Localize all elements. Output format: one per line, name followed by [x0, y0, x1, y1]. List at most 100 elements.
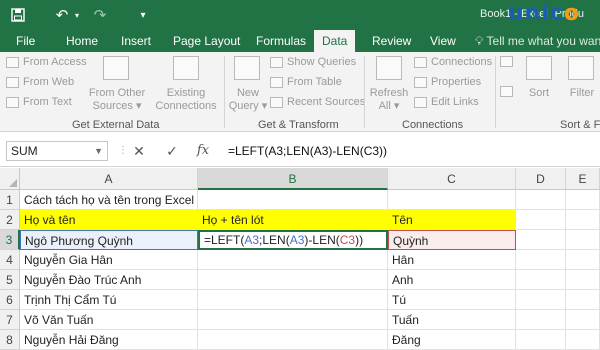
redo-icon[interactable]: ↷ [90, 5, 110, 25]
cell-e3[interactable] [566, 230, 600, 250]
select-all-button[interactable] [0, 168, 20, 190]
cell-c1[interactable] [388, 190, 516, 210]
cell-c3[interactable]: Quỳnh [388, 230, 516, 250]
cell-d2[interactable] [516, 210, 566, 230]
cell-b7[interactable] [198, 310, 388, 330]
cancel-button[interactable]: ✕ [130, 141, 148, 161]
save-icon[interactable] [8, 5, 28, 25]
enter-button[interactable]: ✓ [163, 141, 181, 161]
chevron-down-icon[interactable]: ▼ [94, 142, 103, 160]
formula-input[interactable]: =LEFT(A3;LEN(A3)-LEN(C3)) [224, 141, 594, 161]
from-table-button[interactable]: From Table [270, 76, 342, 88]
cell-e1[interactable] [566, 190, 600, 210]
row-header[interactable]: 6 [0, 290, 20, 310]
cell-b8[interactable] [198, 330, 388, 350]
new-query-button[interactable]: New Query ▾ [226, 87, 270, 113]
cell-b4[interactable] [198, 250, 388, 270]
insert-function-button[interactable]: fx [194, 141, 212, 161]
from-access-button[interactable]: From Access [6, 56, 87, 68]
cell-c4[interactable]: Hân [388, 250, 516, 270]
row-header[interactable]: 4 [0, 250, 20, 270]
cell-d8[interactable] [516, 330, 566, 350]
cell-e2[interactable] [566, 210, 600, 230]
cell-d7[interactable] [516, 310, 566, 330]
existing-connections-button[interactable]: Existing Connections [150, 87, 222, 113]
tell-me-box[interactable]: 💡︎ Tell me what you want [475, 30, 600, 52]
cell-d5[interactable] [516, 270, 566, 290]
show-queries-icon [270, 56, 283, 68]
cell-c2[interactable]: Tên [388, 210, 516, 230]
row-header[interactable]: 8 [0, 330, 20, 350]
cell-b5[interactable] [198, 270, 388, 290]
cell-e5[interactable] [566, 270, 600, 290]
cell-c8[interactable]: Đăng [388, 330, 516, 350]
text-file-icon [6, 96, 19, 108]
cell-a8[interactable]: Nguyễn Hải Đăng [20, 330, 198, 350]
lightbulb-icon: 💡︎ [475, 34, 487, 48]
cell-d3[interactable] [516, 230, 566, 250]
group-label-connections: Connections [402, 119, 464, 131]
column-header-a[interactable]: A [20, 168, 198, 190]
cell-c7[interactable]: Tuấn [388, 310, 516, 330]
sort-za-button[interactable] [500, 86, 517, 97]
tab-insert[interactable]: Insert [121, 30, 151, 52]
cell-b6[interactable] [198, 290, 388, 310]
properties-button[interactable]: Properties [414, 76, 481, 88]
group-label-get-transform: Get & Transform [258, 119, 339, 131]
from-text-button[interactable]: From Text [6, 96, 72, 108]
row-header[interactable]: 3 [0, 230, 20, 250]
row-header[interactable]: 1 [0, 190, 20, 210]
column-header-c[interactable]: C [388, 168, 516, 190]
row-header[interactable]: 7 [0, 310, 20, 330]
cell-b2[interactable]: Họ + tên lót [198, 210, 388, 230]
undo-icon[interactable]: ↶ [52, 5, 72, 25]
cell-a7[interactable]: Võ Văn Tuấn [20, 310, 198, 330]
cell-b3[interactable]: =LEFT(A3;LEN(A3)-LEN(C3)) [198, 230, 388, 250]
cell-a2[interactable]: Họ và tên [20, 210, 198, 230]
cell-e4[interactable] [566, 250, 600, 270]
cell-a6[interactable]: Trịnh Thị Cẩm Tú [20, 290, 198, 310]
tab-view[interactable]: View [430, 30, 456, 52]
cell-a3[interactable]: Ngô Phương Quỳnh [20, 230, 198, 250]
cell-d4[interactable] [516, 250, 566, 270]
from-other-sources-button[interactable]: From Other Sources ▾ [86, 87, 148, 113]
cell-d6[interactable] [516, 290, 566, 310]
tab-formulas[interactable]: Formulas [256, 30, 306, 52]
row-header[interactable]: 2 [0, 210, 20, 230]
cell-b1[interactable] [198, 190, 388, 210]
row-header[interactable]: 5 [0, 270, 20, 290]
from-web-button[interactable]: From Web [6, 76, 74, 88]
customize-toolbar-icon[interactable]: ▾ [136, 5, 150, 25]
sort-za-icon [500, 86, 513, 97]
connections-icon [414, 56, 427, 68]
sort-az-button[interactable] [500, 56, 517, 67]
tab-file[interactable]: File [16, 30, 35, 52]
cell-d1[interactable] [516, 190, 566, 210]
tab-home[interactable]: Home [66, 30, 98, 52]
refresh-all-button[interactable]: Refresh All ▾ [366, 87, 412, 113]
cell-c6[interactable]: Tú [388, 290, 516, 310]
recent-sources-button[interactable]: Recent Sources [270, 96, 365, 108]
cell-c5[interactable]: Anh [388, 270, 516, 290]
tab-review[interactable]: Review [372, 30, 411, 52]
show-queries-button[interactable]: Show Queries [270, 56, 356, 68]
tab-data[interactable]: Data [314, 30, 356, 52]
edit-links-button[interactable]: Edit Links [414, 96, 479, 108]
sort-button[interactable]: Sort [520, 87, 558, 100]
cell-e8[interactable] [566, 330, 600, 350]
name-box[interactable]: SUM ▼ [6, 141, 108, 161]
column-header-d[interactable]: D [516, 168, 566, 190]
undo-dropdown-icon[interactable]: ▾ [72, 5, 82, 25]
edit-links-icon [414, 96, 427, 108]
cell-a4[interactable]: Nguyễn Gia Hân [20, 250, 198, 270]
filter-button[interactable]: Filter [564, 87, 600, 100]
connections-button[interactable]: Connections [414, 56, 492, 68]
column-header-e[interactable]: E [566, 168, 600, 190]
cell-e7[interactable] [566, 310, 600, 330]
column-header-b[interactable]: B [198, 168, 388, 190]
tab-page-layout[interactable]: Page Layout [173, 30, 240, 52]
cell-e6[interactable] [566, 290, 600, 310]
recent-sources-icon [270, 96, 283, 108]
cell-a1[interactable]: Cách tách họ và tên trong Excel [20, 190, 198, 210]
cell-a5[interactable]: Nguyễn Đào Trúc Anh [20, 270, 198, 290]
